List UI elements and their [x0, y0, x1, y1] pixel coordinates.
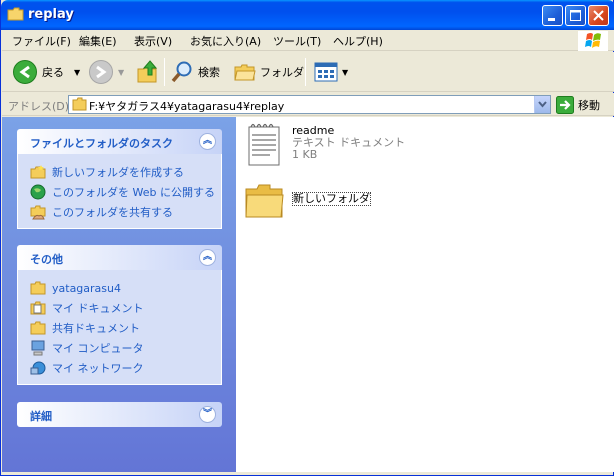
go-button[interactable]: 移動 — [556, 96, 600, 114]
folder-name: 新しいフォルダ — [293, 192, 370, 205]
network-icon — [30, 361, 46, 375]
toolbar: 戻る ▼ ▼ 検索 フォルダ ▼ — [2, 52, 614, 92]
place-label: マイ ドキュメント — [52, 302, 144, 315]
views-icon — [314, 62, 338, 82]
place-my-network[interactable]: マイ ネットワーク — [18, 358, 221, 378]
my-documents-icon — [30, 301, 46, 315]
file-list-area[interactable]: readme テキスト ドキュメント 1 KB 新しいフォルダ — [236, 117, 614, 472]
file-details: readme テキスト ドキュメント 1 KB — [292, 125, 405, 161]
task-pane: ファイルとフォルダのタスク ︽ 新しいフォルダを作成する このフォルダを Web… — [2, 117, 236, 472]
file-size: 1 KB — [292, 148, 318, 161]
new-folder-icon — [30, 165, 46, 179]
back-arrow-icon — [13, 60, 37, 84]
place-label: 共有ドキュメント — [52, 322, 140, 335]
task-label: このフォルダを共有する — [52, 206, 173, 219]
panel-title: 詳細 — [30, 410, 52, 423]
minimize-icon — [548, 18, 555, 21]
menu-view[interactable]: 表示(V) — [134, 33, 172, 49]
details-panel: 詳細 ︾ — [17, 402, 222, 427]
go-arrow-icon — [556, 96, 574, 114]
title-bar[interactable]: replay — [1, 0, 614, 30]
forward-arrow-icon — [89, 60, 113, 84]
place-yatagarasu4[interactable]: yatagarasu4 — [18, 278, 221, 298]
panel-body: yatagarasu4 マイ ドキュメント 共有ドキュメント マイ コンピュータ… — [17, 270, 222, 385]
place-label: マイ ネットワーク — [52, 362, 144, 375]
address-bar: アドレス(D) F:¥ヤタガラス4¥yatagarasu4¥replay 移動 — [2, 93, 614, 116]
minimize-button[interactable] — [542, 5, 563, 26]
back-button[interactable]: 戻る ▼ — [12, 56, 80, 88]
expand-chevron-icon[interactable]: ︾ — [199, 406, 216, 423]
search-button[interactable]: 検索 — [170, 56, 220, 88]
panel-title: ファイルとフォルダのタスク — [30, 137, 173, 150]
up-folder-button[interactable] — [136, 56, 160, 88]
maximize-icon — [570, 10, 581, 21]
collapse-chevron-icon[interactable]: ︽ — [199, 133, 216, 150]
address-dropdown-button[interactable] — [534, 96, 550, 113]
address-field[interactable]: F:¥ヤタガラス4¥yatagarasu4¥replay — [68, 95, 551, 114]
place-my-computer[interactable]: マイ コンピュータ — [18, 338, 221, 358]
shared-folder-icon — [30, 321, 46, 335]
folders-icon — [234, 64, 256, 81]
close-button[interactable] — [588, 5, 609, 26]
folder-item[interactable]: 新しいフォルダ — [244, 181, 371, 221]
task-label: 新しいフォルダを作成する — [52, 166, 184, 179]
views-dropdown-icon[interactable]: ▼ — [342, 68, 348, 77]
panel-body: 新しいフォルダを作成する このフォルダを Web に公開する このフォルダを共有… — [17, 154, 222, 229]
collapse-chevron-icon[interactable]: ︽ — [199, 249, 216, 266]
panel-header[interactable]: その他 ︽ — [17, 245, 222, 270]
task-label: このフォルダを Web に公開する — [52, 186, 215, 199]
place-label: マイ コンピュータ — [52, 342, 144, 355]
task-new-folder[interactable]: 新しいフォルダを作成する — [18, 162, 221, 182]
back-dropdown-icon[interactable]: ▼ — [74, 68, 80, 77]
toolbar-separator — [305, 58, 306, 86]
panel-title: その他 — [30, 253, 63, 266]
window-title: replay — [28, 7, 74, 22]
panel-header[interactable]: ファイルとフォルダのタスク ︽ — [17, 129, 222, 154]
menu-help[interactable]: ヘルプ(H) — [333, 33, 383, 49]
task-publish-web[interactable]: このフォルダを Web に公開する — [18, 182, 221, 202]
go-label: 移動 — [578, 99, 600, 112]
globe-icon — [30, 184, 46, 200]
maximize-button[interactable] — [565, 5, 586, 26]
folder-icon — [7, 7, 24, 21]
address-value: F:¥ヤタガラス4¥yatagarasu4¥replay — [89, 100, 285, 113]
file-item[interactable]: readme テキスト ドキュメント 1 KB — [246, 121, 405, 167]
folders-button[interactable]: フォルダ — [234, 56, 304, 88]
folder-label-box: 新しいフォルダ — [292, 192, 371, 206]
back-label: 戻る — [42, 66, 64, 79]
place-my-documents[interactable]: マイ ドキュメント — [18, 298, 221, 318]
folder-icon — [72, 97, 87, 111]
place-label: yatagarasu4 — [52, 281, 121, 295]
text-document-icon — [248, 123, 280, 166]
address-label: アドレス(D) — [8, 100, 70, 113]
folder-icon — [30, 281, 46, 295]
windows-logo-icon — [578, 31, 608, 51]
task-share-folder[interactable]: このフォルダを共有する — [18, 202, 221, 222]
views-button[interactable]: ▼ — [314, 56, 348, 88]
menu-tools[interactable]: ツール(T) — [273, 33, 321, 49]
explorer-window: replay ファイル(F) 編集(E) 表示(V) お気に入り(A) ツール(… — [0, 0, 614, 476]
menu-edit[interactable]: 編集(E) — [79, 33, 117, 49]
folders-label: フォルダ — [260, 66, 304, 79]
shared-folder-icon — [30, 205, 46, 220]
forward-dropdown-icon[interactable]: ▼ — [118, 68, 124, 77]
up-folder-icon — [137, 60, 158, 83]
menu-favorites[interactable]: お気に入り(A) — [190, 33, 261, 49]
file-folder-tasks-panel: ファイルとフォルダのタスク ︽ 新しいフォルダを作成する このフォルダを Web… — [17, 129, 222, 229]
toolbar-separator — [164, 58, 165, 86]
forward-button[interactable]: ▼ — [88, 56, 124, 88]
search-icon — [171, 61, 192, 83]
chevron-down-icon — [538, 101, 547, 108]
folder-icon — [245, 184, 284, 218]
other-places-panel: その他 ︽ yatagarasu4 マイ ドキュメント 共有ドキュメント マイ … — [17, 245, 222, 385]
menu-file[interactable]: ファイル(F) — [12, 33, 71, 49]
place-shared-documents[interactable]: 共有ドキュメント — [18, 318, 221, 338]
computer-icon — [31, 340, 45, 356]
search-label: 検索 — [198, 66, 220, 79]
close-icon — [593, 10, 604, 21]
panel-header[interactable]: 詳細 ︾ — [17, 402, 222, 427]
menu-bar: ファイル(F) 編集(E) 表示(V) お気に入り(A) ツール(T) ヘルプ(… — [2, 30, 614, 51]
